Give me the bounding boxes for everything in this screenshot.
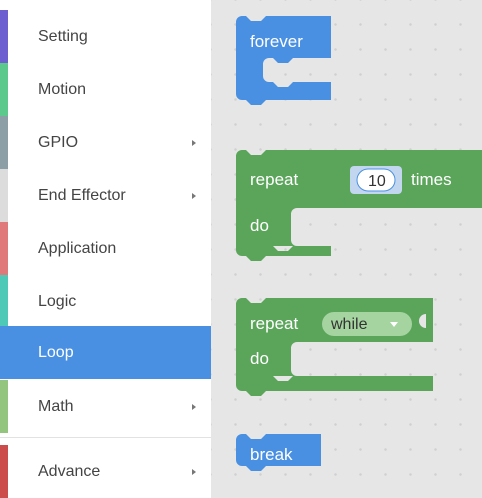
- category-color-stripe: [0, 326, 8, 379]
- category-end-effector[interactable]: End Effector: [0, 169, 211, 222]
- category-label: GPIO: [38, 133, 79, 151]
- category-color-stripe: [0, 63, 8, 116]
- category-math[interactable]: Math: [0, 380, 211, 433]
- block-palette: forever repeat 10 times do repeat while …: [236, 16, 482, 471]
- repeat-label: repeat: [250, 314, 298, 333]
- category-logic[interactable]: Logic: [0, 275, 211, 328]
- repeat-times-block[interactable]: repeat 10 times do: [236, 150, 482, 261]
- forever-label: forever: [250, 32, 303, 51]
- category-loop[interactable]: Loop: [0, 326, 211, 379]
- break-block[interactable]: break: [236, 434, 321, 471]
- break-label: break: [250, 445, 293, 464]
- repeat-while-block[interactable]: repeat while do: [236, 298, 433, 396]
- category-label: Logic: [38, 292, 77, 310]
- category-color-stripe: [0, 116, 8, 169]
- mode-value: while: [330, 316, 368, 333]
- category-color-stripe: [0, 445, 8, 498]
- category-label: Motion: [38, 80, 87, 98]
- category-motion[interactable]: Motion: [0, 63, 211, 116]
- count-value: 10: [368, 173, 386, 190]
- do-label: do: [250, 216, 269, 235]
- category-label: Math: [38, 397, 74, 415]
- category-color-stripe: [0, 10, 8, 63]
- category-color-stripe: [0, 275, 8, 328]
- category-sidebar: Setting Motion GPIO End Effector Applica…: [0, 0, 211, 498]
- category-label: Setting: [38, 27, 88, 45]
- repeat-label: repeat: [250, 170, 298, 189]
- category-application[interactable]: Application: [0, 222, 211, 275]
- category-separator: [0, 437, 211, 438]
- category-color-stripe: [0, 380, 8, 433]
- category-advance[interactable]: Advance: [0, 445, 211, 498]
- category-gpio[interactable]: GPIO: [0, 116, 211, 169]
- category-label: Application: [38, 239, 117, 257]
- submenu-arrow-icon: [192, 139, 196, 146]
- submenu-arrow-icon: [192, 192, 196, 199]
- category-color-stripe: [0, 169, 8, 222]
- category-label: Loop: [38, 343, 74, 361]
- category-label: End Effector: [38, 186, 126, 204]
- category-color-stripe: [0, 222, 8, 275]
- times-label: times: [411, 170, 452, 189]
- category-setting[interactable]: Setting: [0, 10, 211, 63]
- submenu-arrow-icon: [192, 403, 196, 410]
- block-workspace[interactable]: forever repeat 10 times do repeat while …: [211, 0, 482, 498]
- do-label: do: [250, 349, 269, 368]
- forever-block[interactable]: forever: [236, 16, 331, 105]
- category-label: Advance: [38, 462, 101, 480]
- submenu-arrow-icon: [192, 468, 196, 475]
